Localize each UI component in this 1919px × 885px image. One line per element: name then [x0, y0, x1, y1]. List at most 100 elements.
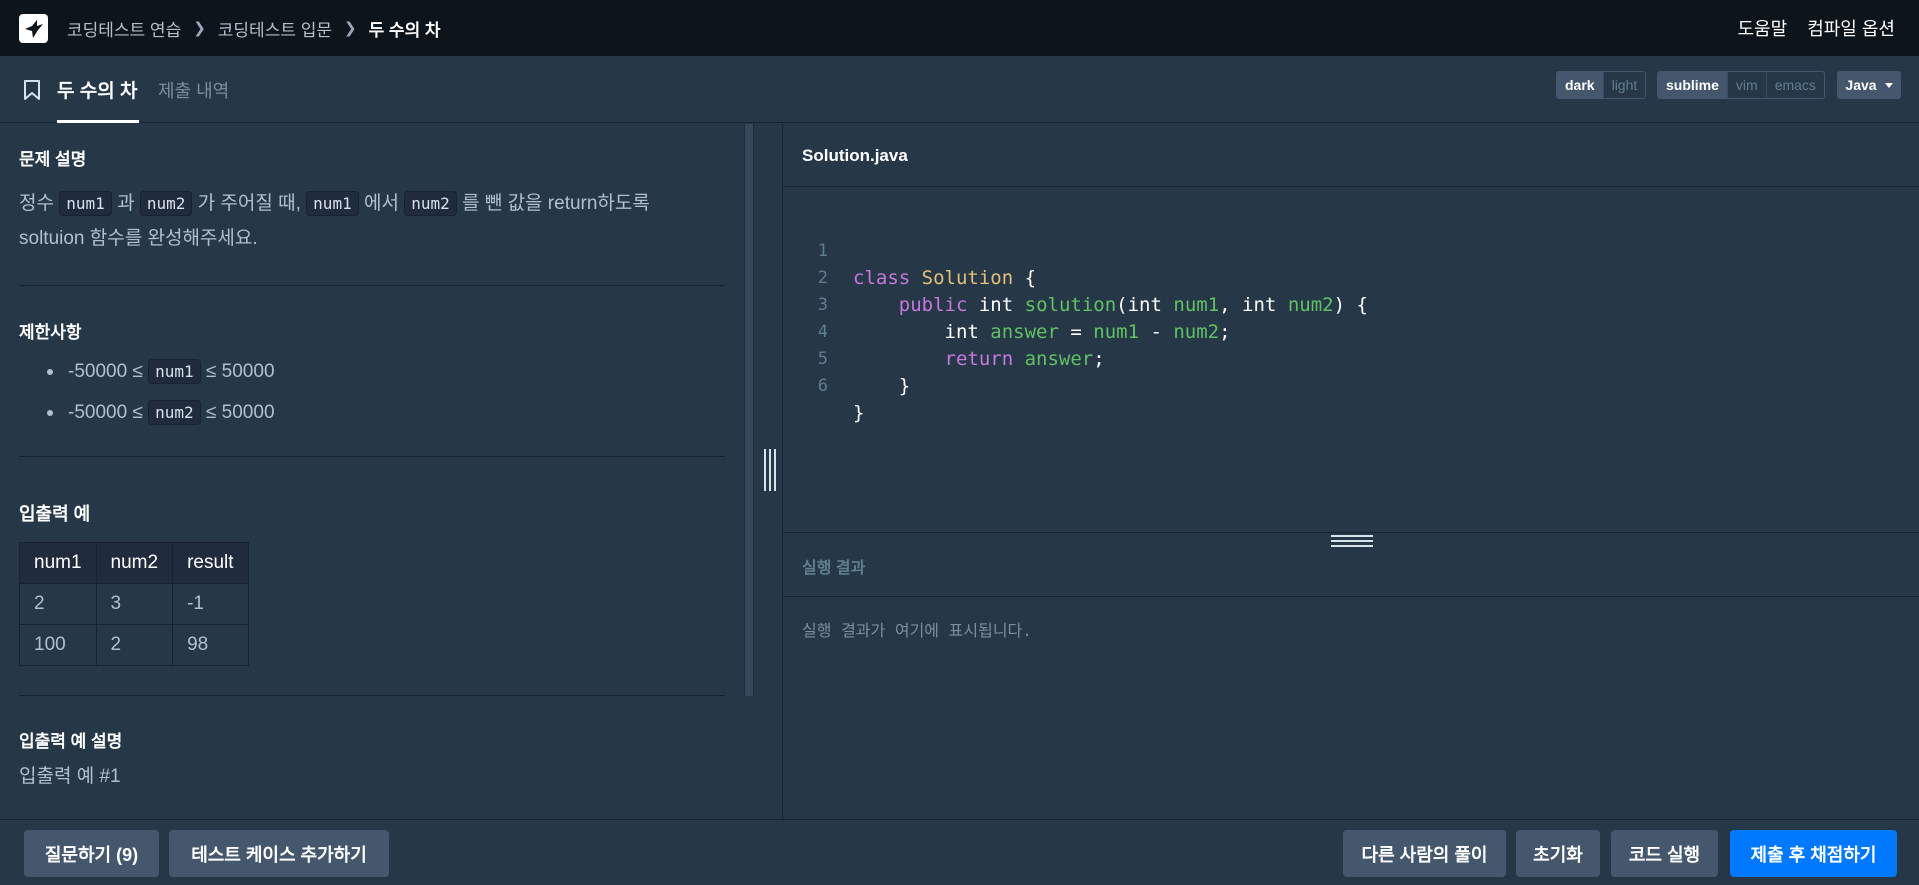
desc-text: 가 주어질 때,	[197, 193, 301, 214]
others-solutions-button[interactable]: 다른 사람의 풀이	[1343, 830, 1506, 877]
limit-text: ≤ 50000	[205, 401, 275, 423]
grip-line	[1331, 535, 1373, 537]
tab-submissions[interactable]: 제출 내역	[158, 56, 229, 123]
table-header: num2	[95, 542, 174, 584]
table-header: num1	[19, 542, 97, 584]
table-cell: 2	[95, 624, 174, 666]
keymap-sublime-button[interactable]: sublime	[1658, 72, 1727, 98]
divider	[19, 456, 725, 457]
vertical-resize-handle[interactable]	[764, 449, 776, 491]
variable: answer	[990, 321, 1059, 343]
limit-text: -50000 ≤	[68, 401, 143, 423]
chevron-right-icon: ❯	[343, 20, 357, 37]
run-code-button[interactable]: 코드 실행	[1611, 830, 1718, 877]
table-cell: 3	[95, 583, 174, 625]
desc-text: 를 뺀 값을 return하도록	[462, 193, 650, 214]
breadcrumb-item-current: 두 수의 차	[368, 20, 441, 40]
variable: num1	[1173, 294, 1220, 316]
bookmark-icon[interactable]	[22, 79, 42, 106]
grip-line	[1331, 540, 1373, 542]
table-cell: -1	[172, 583, 249, 625]
table-row: 2 3 -1	[19, 583, 249, 625]
code-text: int answer = num1 - num2;	[944, 321, 1231, 343]
keymap-toggle: sublime vim emacs	[1657, 71, 1825, 99]
top-nav: 코딩테스트 연습 ❯ 코딩테스트 입문 ❯ 두 수의 차 도움말 컴파일 옵션	[0, 0, 1919, 56]
io-desc-item: 입출력 예 #1	[19, 766, 121, 787]
divider	[19, 285, 725, 286]
reset-button[interactable]: 초기화	[1516, 830, 1600, 877]
limits-list: -50000 ≤ num1 ≤ 50000 -50000 ≤ num2 ≤ 50…	[47, 351, 275, 433]
question-button[interactable]: 질문하기 (9)	[24, 830, 159, 877]
io-desc-title: 입출력 예 설명	[19, 732, 123, 751]
divider	[19, 695, 725, 696]
grip-line	[774, 449, 776, 491]
breadcrumb: 코딩테스트 연습 ❯ 코딩테스트 입문 ❯ 두 수의 차	[67, 0, 441, 56]
add-testcase-button[interactable]: 테스트 케이스 추가하기	[169, 830, 389, 877]
desc-text: soltuion 함수를 완성해주세요.	[19, 228, 258, 249]
keymap-emacs-button[interactable]: emacs	[1765, 72, 1824, 98]
scrollbar-thumb[interactable]	[745, 124, 753, 696]
inline-code: num1	[306, 191, 359, 216]
table-header: result	[172, 542, 249, 584]
desc-text: 에서	[363, 193, 399, 214]
desc-text: 정수	[19, 193, 54, 214]
theme-light-button[interactable]: light	[1602, 72, 1646, 98]
code-line: 1 class Solution {	[783, 211, 1036, 289]
table-row: 100 2 98	[19, 624, 249, 666]
keyword: public	[898, 294, 968, 316]
code-editor[interactable]: 1 class Solution { 2 public int solution…	[783, 188, 1919, 532]
compile-options-link[interactable]: 컴파일 옵션	[1807, 15, 1895, 41]
editor-header: Solution.java	[783, 124, 1919, 187]
io-example-table: num1 num2 result 2 3 -1 100 2 98	[19, 542, 249, 666]
class-name: Solution	[921, 267, 1014, 289]
horizontal-resize-handle[interactable]	[1331, 535, 1373, 547]
tab-bar: 두 수의 차 제출 내역 dark light sublime vim emac…	[0, 56, 1919, 123]
programmers-logo-icon[interactable]	[19, 14, 48, 43]
type: int	[1242, 294, 1277, 316]
table-cell: 2	[19, 583, 97, 625]
limit-text: ≤ 50000	[205, 360, 275, 382]
code-line: 6 }	[783, 346, 865, 424]
description-text: 정수 num1 과 num2 가 주어질 때, num1 에서 num2 를 뺀…	[19, 186, 650, 256]
result-title: 실행 결과	[802, 560, 866, 577]
code-line: 5 }	[783, 319, 910, 397]
tab-problem[interactable]: 두 수의 차	[57, 56, 137, 123]
punct: {	[1013, 267, 1037, 289]
theme-dark-button[interactable]: dark	[1557, 72, 1603, 98]
limit-text: -50000 ≤	[68, 360, 143, 382]
keymap-vim-button[interactable]: vim	[1726, 72, 1766, 98]
breadcrumb-item-practice[interactable]: 코딩테스트 연습	[67, 16, 181, 41]
language-select[interactable]: Java	[1837, 71, 1901, 99]
help-link[interactable]: 도움말	[1738, 15, 1788, 41]
grip-line	[769, 449, 771, 491]
inline-code: num2	[139, 191, 193, 216]
problem-panel: 문제 설명 정수 num1 과 num2 가 주어질 때, num1 에서 nu…	[0, 124, 782, 819]
code-text: class Solution {	[853, 265, 1036, 292]
table-cell: 98	[172, 624, 249, 666]
inline-code: num1	[59, 191, 112, 216]
theme-toggle: dark light	[1556, 71, 1647, 99]
code-text: return answer;	[944, 348, 1105, 370]
footer-toolbar: 질문하기 (9) 테스트 케이스 추가하기 다른 사람의 풀이 초기화 코드 실…	[0, 819, 1919, 885]
description-title: 문제 설명	[19, 150, 87, 169]
punct: {	[1345, 294, 1368, 316]
submit-button[interactable]: 제출 후 채점하기	[1730, 830, 1897, 877]
variable: num2	[1287, 294, 1334, 316]
code-line: 2 public int solution(int num1, int num2…	[783, 238, 1368, 316]
active-tab-indicator	[57, 120, 139, 123]
type: int	[1127, 294, 1162, 316]
code-line: 4 return answer;	[783, 292, 1105, 370]
code-text: }	[853, 375, 911, 397]
code-text: public int solution(int num1, int num2) …	[898, 294, 1368, 316]
grip-line	[1331, 545, 1373, 547]
variable: answer	[1024, 348, 1094, 370]
inline-code: num2	[404, 191, 457, 216]
inline-code: num1	[148, 359, 201, 384]
keyword: class	[853, 267, 911, 289]
breadcrumb-item-intro[interactable]: 코딩테스트 입문	[218, 16, 332, 41]
list-item: -50000 ≤ num2 ≤ 50000	[47, 392, 275, 433]
table-cell: 100	[19, 624, 97, 666]
limits-title: 제한사항	[19, 323, 82, 342]
type: int	[978, 294, 1014, 316]
language-label: Java	[1845, 77, 1877, 93]
